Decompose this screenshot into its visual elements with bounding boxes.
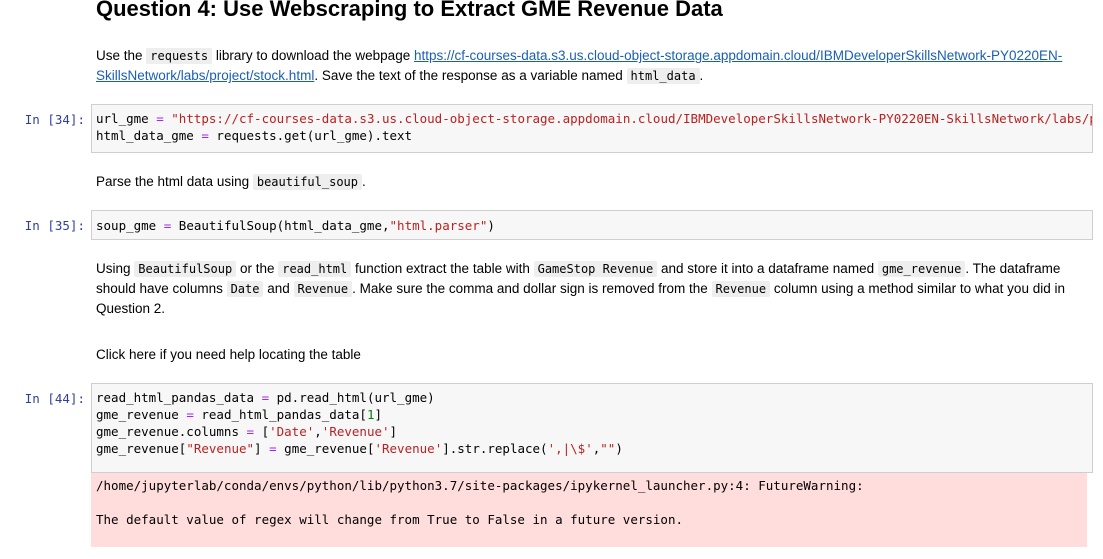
text: . Make sure the comma and dollar sign is… (352, 281, 712, 296)
code-token: pd.read_html(url_gme) (269, 390, 435, 405)
code-token: 'Date' (269, 424, 315, 439)
text: Use the (96, 48, 147, 63)
code-token: gme_revenue[ (96, 441, 187, 456)
code-token: "https://cf-courses-data.s3.us.cloud-obj… (171, 111, 1093, 126)
code-line: gme_revenue = read_html_pandas_data[1] (96, 406, 1088, 423)
intro-paragraph: Use the requests library to download the… (96, 46, 1086, 86)
code-line: soup_gme = BeautifulSoup(html_data_gme,"… (96, 217, 1088, 234)
code-token: [ (254, 424, 270, 439)
text: . (699, 68, 704, 83)
code-token: requests.get(url_gme).text (208, 128, 413, 143)
inline-code: html_data (626, 68, 700, 84)
code-cell-34[interactable]: url_gme = "https://cf-courses-data.s3.us… (91, 104, 1093, 153)
inline-code: Revenue (293, 281, 353, 297)
inline-code: Date (226, 281, 264, 297)
code-line: read_html_pandas_data = pd.read_html(url… (96, 389, 1088, 406)
inline-code: beautiful_soup (252, 174, 362, 190)
text: . (362, 174, 366, 189)
code-token: ].str.replace( (442, 441, 548, 456)
code-token: gme_revenue (96, 407, 187, 422)
warning-output: /home/jupyterlab/conda/envs/python/lib/p… (91, 473, 1087, 547)
text: and (263, 281, 294, 296)
help-text[interactable]: Click here if you need help locating the… (96, 345, 1086, 365)
code-token: ',|\$' (547, 441, 593, 456)
code-token: "" (600, 441, 616, 456)
code-token: read_html_pandas_data (96, 390, 262, 405)
warning-line: /home/jupyterlab/conda/envs/python/lib/p… (96, 478, 864, 493)
inline-code: read_html (278, 261, 352, 277)
text: . Save the text of the response as a var… (314, 68, 627, 83)
warning-line: The default value of regex will change f… (96, 512, 683, 527)
code-token: = (186, 407, 194, 422)
code-cell-35[interactable]: soup_gme = BeautifulSoup(html_data_gme,"… (91, 210, 1093, 240)
section-heading: Question 4: Use Webscraping to Extract G… (96, 0, 723, 21)
code-token: 'Revenue' (321, 424, 390, 439)
text: or the (236, 261, 279, 276)
code-line: gme_revenue.columns = ['Date','Revenue'] (96, 423, 1088, 440)
text: Parse the html data using (96, 174, 253, 189)
code-token: = (156, 111, 164, 126)
code-token: soup_gme (96, 218, 164, 233)
inline-code: gme_revenue (877, 261, 966, 277)
inline-code: GameStop Revenue (533, 261, 658, 277)
code-token: html_data_gme (96, 128, 202, 143)
code-token: ] (254, 441, 270, 456)
code-token: , (314, 424, 322, 439)
code-token: ) (615, 441, 623, 456)
code-token: gme_revenue.columns (96, 424, 247, 439)
cell-prompt: In [34]: (24, 112, 85, 127)
text: library to download the webpage (212, 48, 414, 63)
inline-code: BeautifulSoup (134, 261, 237, 277)
code-token: url_gme (96, 111, 157, 126)
inline-code: requests (146, 48, 213, 64)
code-token: gme_revenue[ (276, 441, 375, 456)
code-token: = (201, 128, 209, 143)
code-token: "Revenue" (186, 441, 255, 456)
code-token: ] (389, 424, 398, 439)
text: and store it into a dataframe named (657, 261, 878, 276)
code-line: url_gme = "https://cf-courses-data.s3.us… (96, 110, 1092, 127)
parse-paragraph: Parse the html data using beautiful_soup… (96, 172, 1086, 192)
code-token: read_html_pandas_data[ (193, 407, 367, 422)
code-token: = (261, 390, 270, 405)
code-token: ) (487, 218, 495, 233)
code-token: = (269, 441, 277, 456)
code-token: = (246, 424, 255, 439)
text: Using (96, 261, 135, 276)
code-token: "html.parser" (389, 218, 488, 233)
code-token: ] (374, 407, 382, 422)
instructions-paragraph: Using BeautifulSoup or the read_html fun… (96, 259, 1081, 319)
code-token: BeautifulSoup(html_data_gme, (171, 218, 390, 233)
cell-prompt: In [35]: (24, 218, 85, 233)
inline-code: Revenue (711, 281, 771, 297)
code-line: html_data_gme = requests.get(url_gme).te… (96, 127, 1088, 144)
code-token: 'Revenue' (374, 441, 443, 456)
code-cell-44[interactable]: read_html_pandas_data = pd.read_html(url… (91, 383, 1093, 473)
code-line: gme_revenue["Revenue"] = gme_revenue['Re… (96, 440, 1088, 457)
text: function extract the table with (351, 261, 534, 276)
cell-prompt: In [44]: (24, 391, 85, 406)
